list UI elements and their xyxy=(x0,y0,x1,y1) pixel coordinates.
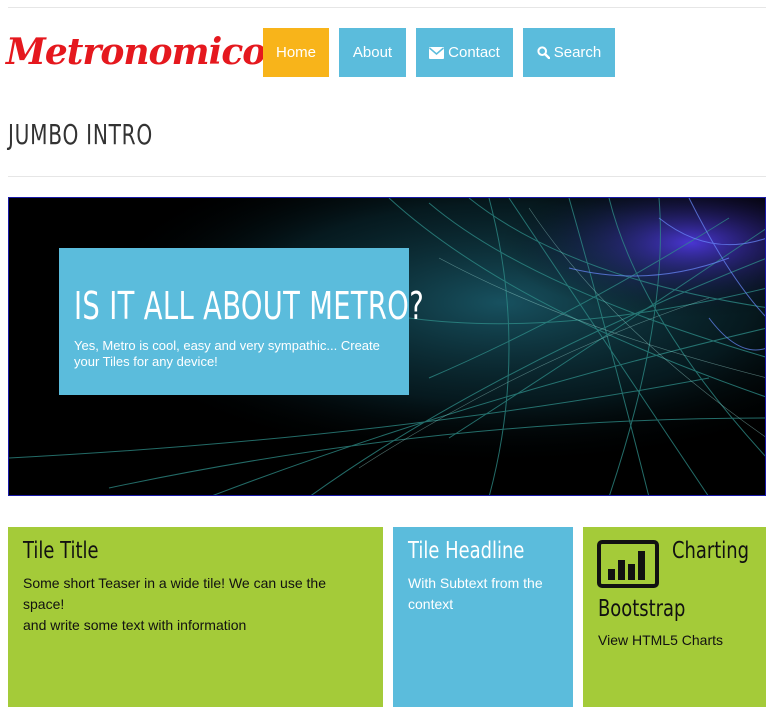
tile-headline-title: Tile Headline xyxy=(408,538,525,564)
nav-home-button[interactable]: Home xyxy=(263,28,329,77)
nav-home-label: Home xyxy=(275,44,316,61)
tile-teaser-line2: and write some text with information xyxy=(23,617,247,633)
brand-logo[interactable]: Metronomico xyxy=(6,26,266,78)
tile-teaser-line1: Some short Teaser in a wide tile! We can… xyxy=(23,575,326,612)
tile-headline-text: With Subtext from the context xyxy=(408,575,543,612)
charting-title: Charting xyxy=(672,538,750,564)
nav-search-label: Search xyxy=(553,44,602,61)
envelope-icon xyxy=(429,47,445,59)
nav-contact-label: Contact xyxy=(448,44,500,61)
jumbotron-text: Yes, Metro is cool, easy and very sympat… xyxy=(74,338,380,369)
nav-contact-button[interactable]: Contact xyxy=(416,28,513,77)
section-divider xyxy=(8,176,766,177)
charting-link-text: View HTML5 Charts xyxy=(598,632,724,648)
nav-about-label: About xyxy=(352,44,393,61)
search-icon xyxy=(537,46,550,60)
jumbotron-callout: IS IT ALL ABOUT METRO? Yes, Metro is coo… xyxy=(59,248,425,395)
tile-title: Tile Title xyxy=(23,538,99,564)
top-divider xyxy=(8,7,766,8)
bar-chart-icon xyxy=(597,540,659,588)
nav-search-button[interactable]: Search xyxy=(523,28,615,77)
tile-charting[interactable]: Charting Bootstrap View HTML5 Charts xyxy=(583,527,766,707)
jumbotron: IS IT ALL ABOUT METRO? Yes, Metro is coo… xyxy=(8,197,766,496)
tile-teaser: Some short Teaser in a wide tile! We can… xyxy=(23,573,368,636)
jumbotron-heading: IS IT ALL ABOUT METRO? xyxy=(74,284,425,328)
tile-headline[interactable]: Tile Headline With Subtext from the cont… xyxy=(393,527,573,707)
section-title: JUMBO INTRO xyxy=(8,118,153,151)
charting-subtitle: Bootstrap xyxy=(598,596,686,622)
tile-wide[interactable]: Tile Title Some short Teaser in a wide t… xyxy=(8,527,383,707)
nav-about-button[interactable]: About xyxy=(339,28,406,77)
